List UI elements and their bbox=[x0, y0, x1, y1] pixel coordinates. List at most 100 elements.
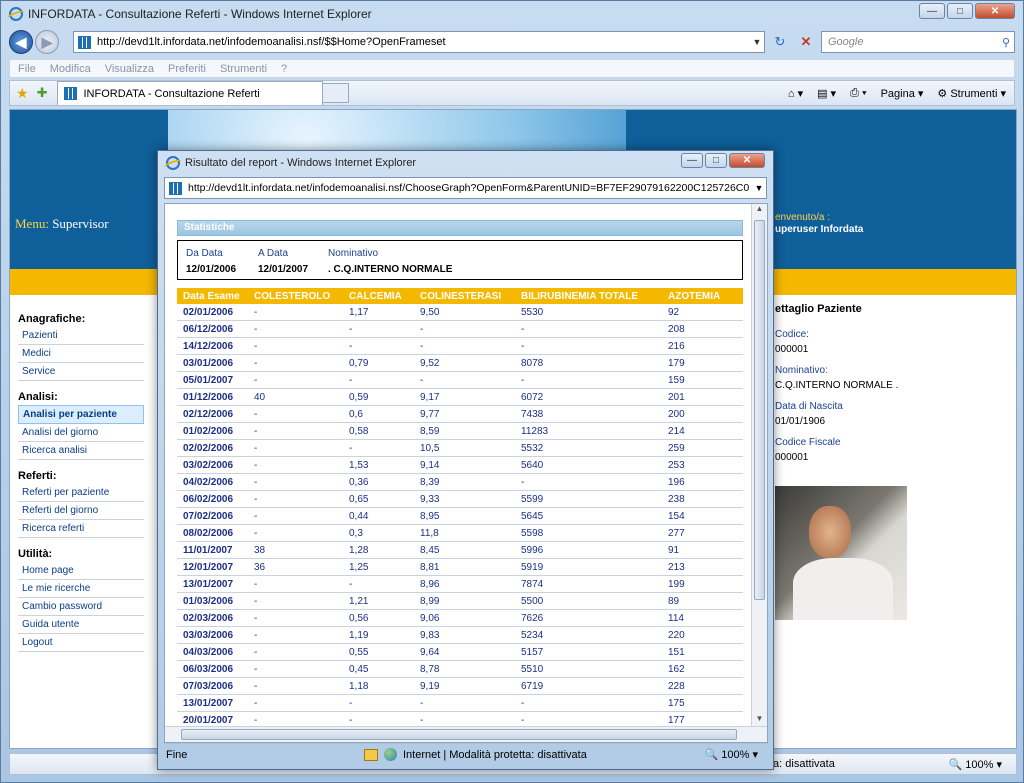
sidebar-item-ricerca-analisi[interactable]: Ricerca analisi bbox=[18, 442, 144, 460]
table-cell: 0,3 bbox=[349, 527, 363, 539]
sidebar-item-referti-paziente[interactable]: Referti per paziente bbox=[18, 484, 144, 502]
stop-icon[interactable]: ✕ bbox=[795, 31, 817, 53]
table-cell: 179 bbox=[668, 357, 685, 369]
sidebar-item-medici[interactable]: Medici bbox=[18, 345, 144, 363]
table-cell: - bbox=[521, 476, 525, 488]
scroll-up-icon[interactable]: ▲ bbox=[752, 204, 767, 218]
menu-modifica[interactable]: Modifica bbox=[50, 63, 91, 75]
close-button[interactable]: ✕ bbox=[975, 3, 1015, 19]
sidebar-item-pazienti[interactable]: Pazienti bbox=[18, 327, 144, 345]
table-cell: 6719 bbox=[521, 680, 544, 692]
table-cell: - bbox=[254, 459, 258, 471]
menu-help[interactable]: ? bbox=[281, 63, 287, 75]
sidebar-item-analisi-giorno[interactable]: Analisi del giorno bbox=[18, 424, 144, 442]
sidebar-item-guida[interactable]: Guida utente bbox=[18, 616, 144, 634]
table-row: 08/02/2006 - 0,3 11,8 5598 277 bbox=[177, 525, 743, 542]
refresh-icon[interactable]: ↻ bbox=[769, 31, 791, 53]
sidebar-item-analisi-paziente[interactable]: Analisi per paziente bbox=[18, 405, 144, 424]
add-favorites-icon[interactable]: ✚ bbox=[37, 85, 48, 101]
popup-maximize-button[interactable]: □ bbox=[705, 153, 727, 168]
address-text: http://devd1lt.infordata.net/infodemoana… bbox=[97, 36, 446, 48]
horizontal-scroll-thumb[interactable] bbox=[181, 729, 737, 740]
tools-menu-button[interactable]: ⚙ Strumenti ▾ bbox=[937, 87, 1006, 100]
feeds-icon[interactable]: ▤ ▾ bbox=[817, 87, 836, 100]
popup-zoom[interactable]: 🔍 100% ▾ bbox=[705, 748, 758, 761]
search-input[interactable]: Google ⚲ bbox=[821, 31, 1015, 53]
table-cell: 1,19 bbox=[349, 629, 369, 641]
vertical-scroll-thumb[interactable] bbox=[754, 220, 765, 600]
table-cell: - bbox=[254, 612, 258, 624]
welcome-user: uperuser Infordata bbox=[775, 224, 864, 235]
table-cell: 91 bbox=[668, 544, 680, 556]
ie-logo-icon bbox=[9, 7, 23, 21]
print-icon[interactable]: ⎙ ▾ bbox=[850, 87, 866, 100]
back-button[interactable]: ◀ bbox=[9, 30, 33, 54]
table-cell: 1,18 bbox=[349, 680, 369, 692]
table-cell: - bbox=[420, 374, 424, 386]
table-cell: - bbox=[254, 323, 258, 335]
vertical-scrollbar[interactable]: ▲ ▼ bbox=[751, 204, 767, 728]
popup-minimize-button[interactable]: — bbox=[681, 153, 703, 168]
sidebar-item-referti-giorno[interactable]: Referti del giorno bbox=[18, 502, 144, 520]
table-cell: - bbox=[254, 697, 258, 709]
patient-detail: ettaglio Paziente Codice: 000001 Nominat… bbox=[775, 303, 1015, 463]
minimize-button[interactable]: — bbox=[919, 3, 945, 19]
table-cell: 20/01/2007 bbox=[183, 714, 234, 726]
table-cell: - bbox=[349, 697, 353, 709]
sidebar-item-logout[interactable]: Logout bbox=[18, 634, 144, 652]
table-cell: - bbox=[254, 680, 258, 692]
menu-role: Supervisor bbox=[52, 216, 109, 231]
table-cell: 5510 bbox=[521, 663, 544, 675]
popup-address-bar[interactable]: http://devd1lt.infordata.net/infodemoana… bbox=[164, 177, 767, 199]
table-cell: 154 bbox=[668, 510, 685, 522]
table-cell: 8,39 bbox=[420, 476, 440, 488]
new-tab-button[interactable] bbox=[323, 83, 350, 103]
menu-visualizza[interactable]: Visualizza bbox=[105, 63, 154, 75]
col-colesterolo: COLESTEROLO bbox=[254, 290, 331, 302]
table-cell: 5640 bbox=[521, 459, 544, 471]
address-dropdown-icon[interactable]: ▼ bbox=[750, 37, 764, 47]
popup-zoom-value: 100% bbox=[721, 749, 750, 761]
menu-preferiti[interactable]: Preferiti bbox=[168, 63, 206, 75]
search-icon[interactable]: ⚲ bbox=[1002, 36, 1010, 49]
popup-address-dropdown-icon[interactable]: ▼ bbox=[752, 183, 766, 193]
table-cell: - bbox=[420, 714, 424, 726]
table-cell: 02/01/2006 bbox=[183, 306, 234, 318]
sidebar-item-ricerca-referti[interactable]: Ricerca referti bbox=[18, 520, 144, 538]
favorites-star-icon[interactable]: ★ bbox=[16, 85, 29, 102]
popup-close-button[interactable]: ✕ bbox=[729, 153, 765, 168]
da-data-label: Da Data bbox=[186, 248, 223, 259]
nascita-label: Data di Nascita bbox=[775, 401, 843, 412]
horizontal-scrollbar[interactable] bbox=[165, 726, 767, 742]
zoom-level[interactable]: 🔍 100% ▾ bbox=[949, 758, 1002, 771]
table-row: 07/03/2006 - 1,18 9,19 6719 228 bbox=[177, 678, 743, 695]
sidebar-item-password[interactable]: Cambio password bbox=[18, 598, 144, 616]
table-cell: 8,59 bbox=[420, 425, 440, 437]
table-cell: 1,25 bbox=[349, 561, 369, 573]
menu-strumenti[interactable]: Strumenti bbox=[220, 63, 267, 75]
address-bar[interactable]: http://devd1lt.infordata.net/infodemoana… bbox=[73, 31, 765, 53]
popup-status-bar: Fine Internet | Modalità protetta: disat… bbox=[164, 743, 768, 765]
table-cell: 9,19 bbox=[420, 680, 440, 692]
sidebar-item-service[interactable]: Service bbox=[18, 363, 144, 381]
home-icon[interactable]: ⌂ ▾ bbox=[788, 87, 803, 100]
sidebar-item-ricerche[interactable]: Le mie ricerche bbox=[18, 580, 144, 598]
maximize-button[interactable]: □ bbox=[947, 3, 973, 19]
site-icon bbox=[78, 35, 91, 49]
table-cell: 02/12/2006 bbox=[183, 408, 234, 420]
table-row: 14/12/2006 - - - - 216 bbox=[177, 338, 743, 355]
sidebar-item-home[interactable]: Home page bbox=[18, 562, 144, 580]
statistiche-header: Statistiche bbox=[177, 220, 743, 236]
table-row: 03/01/2006 - 0,79 9,52 8078 179 bbox=[177, 355, 743, 372]
page-menu-button[interactable]: Pagina ▾ bbox=[881, 87, 924, 100]
browser-tab[interactable]: INFORDATA - Consultazione Referti bbox=[57, 81, 324, 105]
forward-button[interactable]: ▶ bbox=[35, 30, 59, 54]
window-controls: — □ ✕ bbox=[919, 3, 1015, 19]
table-cell: 253 bbox=[668, 459, 685, 471]
menu-file[interactable]: File bbox=[18, 63, 36, 75]
security-zone[interactable]: Internet | Modalità protetta: disattivat… bbox=[384, 748, 587, 761]
popup-title: Risultato del report - Windows Internet … bbox=[185, 157, 417, 169]
table-cell: 1,53 bbox=[349, 459, 369, 471]
table-cell: - bbox=[254, 629, 258, 641]
popup-address-text: http://devd1lt.infordata.net/infodemoana… bbox=[188, 182, 750, 194]
